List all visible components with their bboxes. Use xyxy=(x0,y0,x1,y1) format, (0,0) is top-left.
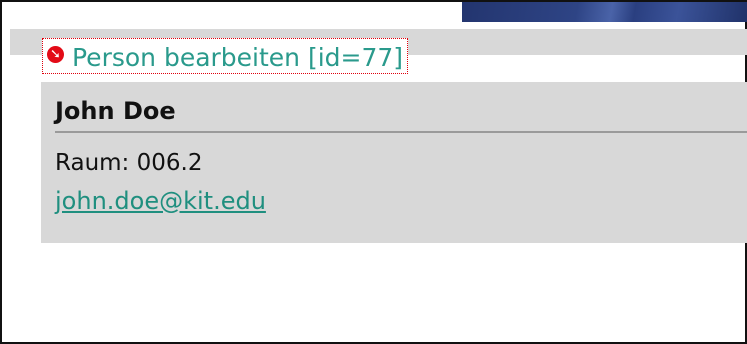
arrow-circle-icon: ➘ xyxy=(47,46,64,63)
edit-person-label: Person bearbeiten [id=77] xyxy=(72,42,404,72)
person-name: John Doe xyxy=(55,97,176,125)
person-panel: John Doe Raum: 006.2 john.doe@kit.edu xyxy=(41,82,747,243)
person-room: Raum: 006.2 xyxy=(55,150,203,176)
header-banner xyxy=(462,2,747,22)
divider xyxy=(55,131,747,133)
edit-person-link[interactable]: ➘ Person bearbeiten [id=77] xyxy=(42,38,409,74)
page-frame: ➘ Person bearbeiten [id=77] John Doe Rau… xyxy=(0,0,747,344)
email-link[interactable]: john.doe@kit.edu xyxy=(55,186,266,216)
